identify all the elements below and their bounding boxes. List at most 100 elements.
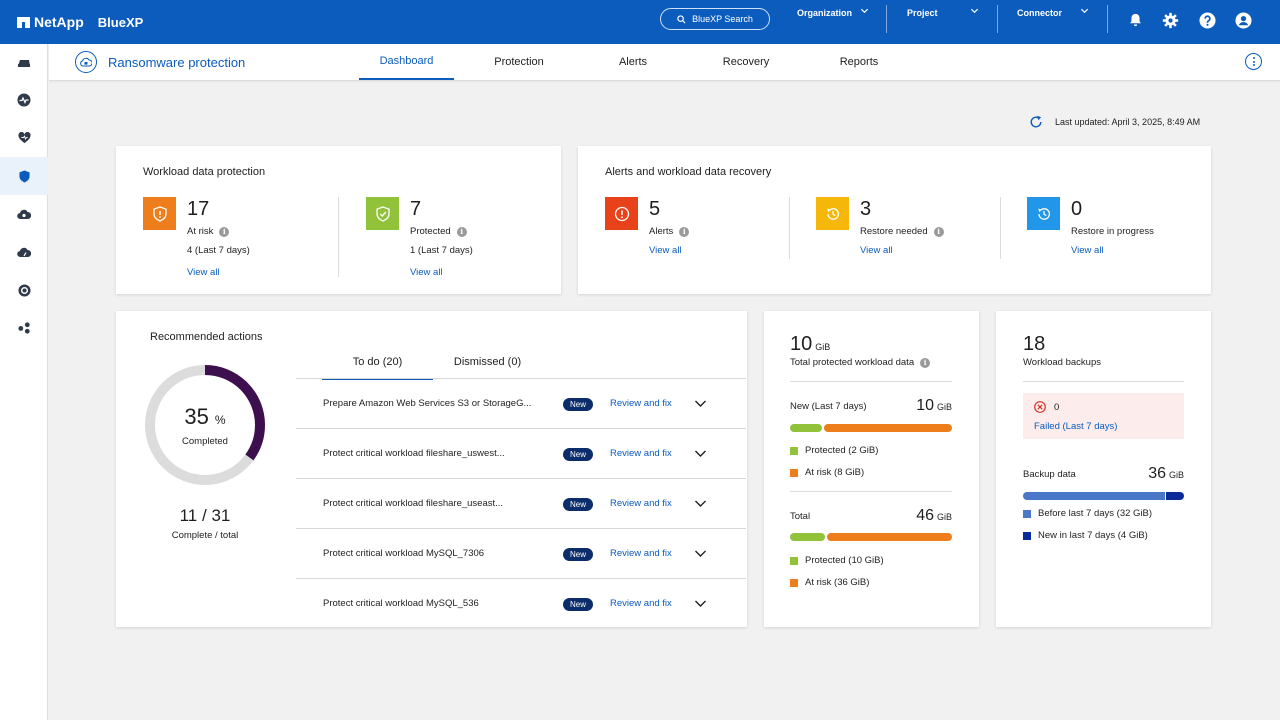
tab-label: Dashboard (379, 55, 434, 67)
info-icon[interactable]: i (219, 226, 230, 237)
at-risk-last-7-days: 4 (Last 7 days) (187, 245, 250, 256)
at-risk-view-all-link[interactable]: View all (187, 267, 220, 278)
pulse-icon (17, 93, 31, 107)
alerts-recovery-card: Alerts and workload data recovery 5 Aler… (578, 146, 1211, 294)
netapp-logo-icon (17, 16, 30, 28)
target-icon (17, 283, 31, 297)
tab-dismissed[interactable]: Dismissed (0) (440, 356, 535, 380)
chevron-down-icon (860, 8, 869, 14)
at-risk-count: 17 (187, 198, 210, 220)
total-count: 31 (211, 506, 231, 525)
bluexp-search-button[interactable]: BlueXP Search (660, 8, 770, 30)
info-icon[interactable]: i (920, 357, 931, 368)
chevron-down-icon[interactable] (694, 449, 707, 458)
protected-view-all-link[interactable]: View all (410, 267, 443, 278)
divider (886, 5, 887, 33)
new-badge: New (563, 548, 593, 561)
organization-selector[interactable]: Organization (797, 0, 873, 44)
review-and-fix-link[interactable]: Review and fix (610, 598, 672, 609)
tab-protection[interactable]: Protection (479, 44, 559, 80)
help-button[interactable] (1198, 11, 1216, 29)
total-label: Total (790, 511, 811, 522)
tab-alerts[interactable]: Alerts (599, 44, 667, 80)
legend-swatch (1023, 531, 1031, 540)
tab-recovery[interactable]: Recovery (709, 44, 783, 80)
project-selector[interactable]: Project (907, 0, 983, 44)
restore-in-progress-label: Restore in progress (1071, 226, 1154, 237)
cloud-storage-icon (18, 60, 30, 67)
tab-to-do[interactable]: To do (20) (322, 356, 433, 380)
list-item[interactable]: Protect critical workload MySQL_536 New … (296, 578, 746, 628)
value-unit: GiB (936, 402, 952, 412)
workload-data-protection-card: Workload data protection 17 At risk i 4 (… (116, 146, 561, 294)
brand-name: NetApp (34, 14, 84, 30)
divider (1000, 197, 1001, 259)
list-item[interactable]: Protect critical workload fileshare_uswe… (296, 428, 746, 478)
review-and-fix-link[interactable]: Review and fix (610, 448, 672, 459)
review-and-fix-link[interactable]: Review and fix (610, 548, 672, 559)
refresh-icon[interactable] (1029, 115, 1043, 129)
tab-dashboard[interactable]: Dashboard (359, 44, 454, 80)
value-number: 10 (916, 397, 934, 414)
restore-in-progress-icon (1027, 197, 1060, 230)
ransomware-app-icon (75, 51, 97, 73)
last-updated: Last updated: April 3, 2025, 8:49 AM (1029, 115, 1200, 129)
info-icon[interactable]: i (679, 226, 690, 237)
chevron-down-icon[interactable] (694, 549, 707, 558)
netapp-logo[interactable]: NetApp BlueXP (17, 14, 143, 30)
connector-selector[interactable]: Connector (1017, 0, 1093, 44)
rail-item-governance[interactable] (0, 195, 48, 233)
last-updated-text: Last updated: April 3, 2025, 8:49 AM (1055, 117, 1201, 127)
chevron-down-icon[interactable] (694, 599, 707, 608)
value-unit: GiB (815, 342, 831, 352)
percent-complete: 35% (144, 404, 266, 430)
chevron-down-icon[interactable] (694, 499, 707, 508)
notifications-button[interactable] (1126, 11, 1144, 29)
card-title: Alerts and workload data recovery (605, 166, 772, 178)
alerts-view-all-link[interactable]: View all (649, 245, 682, 256)
list-item[interactable]: Prepare Amazon Web Services S3 or Storag… (296, 378, 746, 428)
backup-data-value: 36 GiB (1148, 465, 1184, 483)
failed-backups-panel: 0 Failed (Last 7 days) (1023, 393, 1184, 439)
info-icon[interactable]: i (456, 226, 467, 237)
task-text: Protect critical workload fileshare_usea… (323, 498, 504, 509)
user-account-button[interactable] (1234, 11, 1252, 29)
legend-swatch (1023, 509, 1031, 518)
restore-needed-label: Restore needed i (860, 226, 944, 237)
label-text: Total protected workload data (790, 357, 915, 368)
failed-count: 0 (1054, 402, 1060, 413)
done-count: 11 (179, 506, 198, 525)
chevron-down-icon[interactable] (694, 399, 707, 408)
legend-item: New in last 7 days (4 GiB) (1023, 530, 1148, 541)
rail-item-mobility[interactable] (0, 233, 48, 271)
list-item[interactable]: Protect critical workload fileshare_usea… (296, 478, 746, 528)
tab-label: Protection (494, 56, 544, 68)
task-text: Prepare Amazon Web Services S3 or Storag… (323, 398, 532, 409)
rail-item-health[interactable] (0, 81, 48, 119)
chevron-down-icon (970, 8, 979, 14)
settings-button[interactable] (1161, 11, 1179, 29)
review-and-fix-link[interactable]: Review and fix (610, 498, 672, 509)
info-icon[interactable]: i (933, 226, 944, 237)
restore-in-progress-view-all-link[interactable]: View all (1071, 245, 1104, 256)
tab-reports[interactable]: Reports (824, 44, 894, 80)
rail-item-storage[interactable] (0, 44, 48, 82)
rail-item-apps[interactable] (0, 309, 48, 347)
rail-item-extensions[interactable] (0, 271, 48, 309)
rail-item-ransomware-protection[interactable] (0, 157, 48, 195)
app-title[interactable]: Ransomware protection (75, 51, 245, 73)
at-risk-shield-icon (143, 197, 176, 230)
divider (1023, 381, 1184, 382)
tab-label: To do (20) (352, 356, 403, 368)
search-label: BlueXP Search (692, 14, 753, 24)
legend-item: Before last 7 days (32 GiB) (1023, 508, 1152, 519)
review-and-fix-link[interactable]: Review and fix (610, 398, 672, 409)
list-item[interactable]: Protect critical workload MySQL_7306 New… (296, 528, 746, 578)
restore-needed-view-all-link[interactable]: View all (860, 245, 893, 256)
rail-item-protection[interactable] (0, 119, 48, 157)
value-number: 10 (790, 333, 813, 355)
more-options-button[interactable] (1245, 53, 1262, 70)
failed-last-7-days-link[interactable]: Failed (Last 7 days) (1034, 421, 1117, 432)
divider (997, 5, 998, 33)
task-text: Protect critical workload fileshare_uswe… (323, 448, 505, 459)
